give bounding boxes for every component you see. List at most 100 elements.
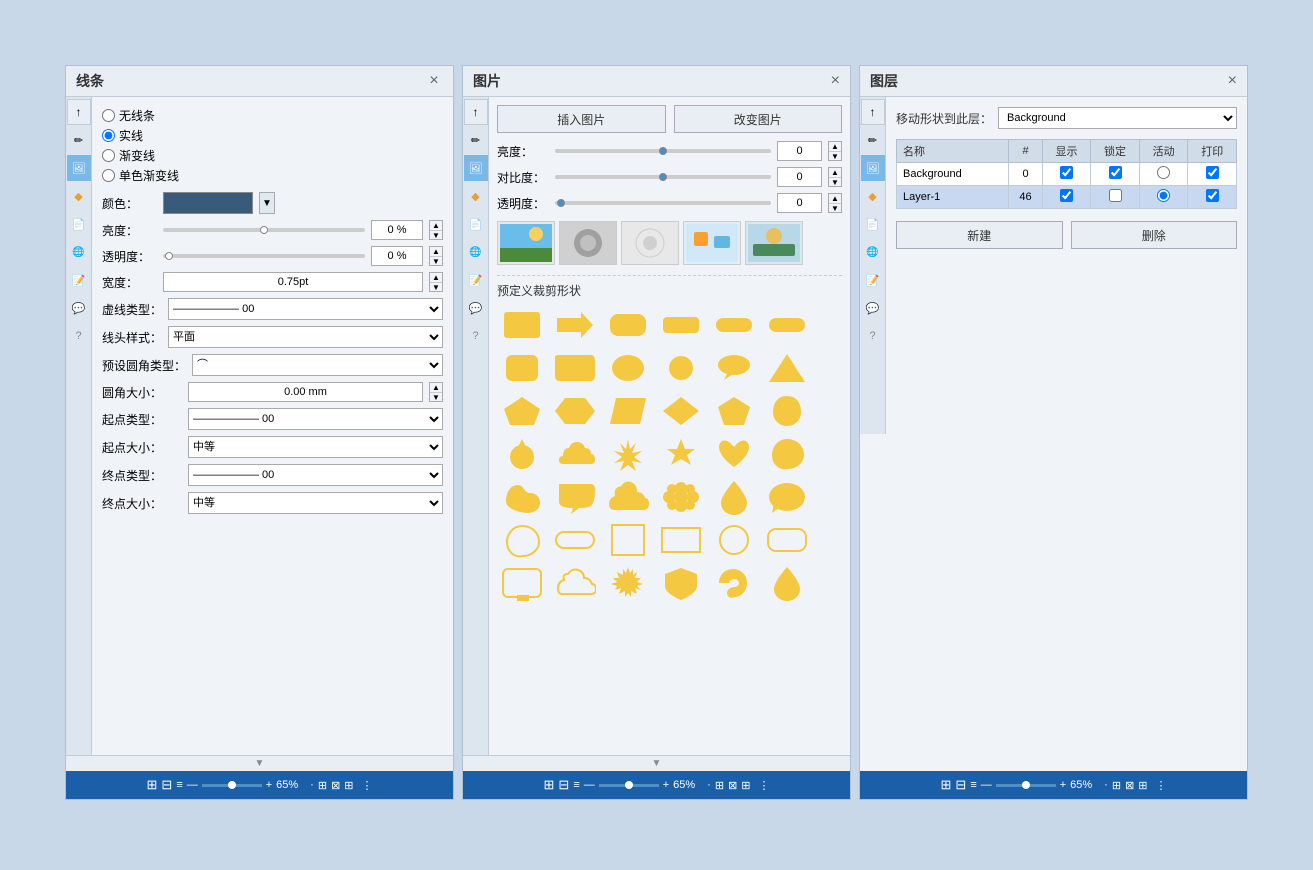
shape-rect-outline[interactable] <box>656 520 706 560</box>
change-image-button[interactable]: 改变图片 <box>674 105 843 133</box>
layer-1-show[interactable] <box>1042 186 1091 209</box>
color-swatch[interactable] <box>163 192 253 214</box>
radio-solid-line[interactable]: 实线 <box>102 127 443 144</box>
layers-status-icon-4[interactable]: · <box>1104 779 1108 791</box>
doc-icon-3[interactable]: 📄 <box>861 211 885 237</box>
shape-icon-3[interactable]: ◆ <box>861 183 885 209</box>
arrow-icon-2[interactable]: ↑ <box>464 99 488 125</box>
shape-drop4[interactable] <box>762 563 812 603</box>
status-icon-2[interactable]: ⊟ <box>161 777 172 793</box>
layer-bg-show[interactable] <box>1042 163 1091 186</box>
layer-bg-active[interactable] <box>1139 163 1188 186</box>
img-opacity-slider[interactable] <box>555 201 771 205</box>
shape-triangle[interactable] <box>762 348 812 388</box>
shape-teardrop[interactable] <box>762 391 812 431</box>
img-status-icon-2[interactable]: ⊟ <box>558 777 569 793</box>
help-icon-1[interactable]: ? <box>67 323 91 349</box>
opacity-spin[interactable]: ▲ ▼ <box>429 246 443 266</box>
shape-star6[interactable] <box>656 434 706 474</box>
shape-stadium[interactable] <box>762 305 812 345</box>
shape-icon-2[interactable]: ◆ <box>464 183 488 209</box>
img-status-minus[interactable]: — <box>584 779 595 791</box>
shape-cloud[interactable] <box>550 434 600 474</box>
img-status-drag[interactable]: ⋮ <box>759 779 770 792</box>
img-opacity-value[interactable] <box>777 193 822 213</box>
lines-scroll-down[interactable]: ▼ <box>66 755 453 771</box>
status-icon-3[interactable]: ≡ <box>176 779 182 791</box>
close-layers-button[interactable]: × <box>1228 72 1237 90</box>
shape-speech2[interactable] <box>550 477 600 517</box>
image-icon-1[interactable]: 🖼 <box>67 155 91 181</box>
shape-starburst[interactable] <box>603 434 653 474</box>
img-status-icon-6[interactable]: ⊠ <box>728 779 737 792</box>
shape-pentagon[interactable] <box>497 391 547 431</box>
end-type-select[interactable]: —————— 00 <box>188 464 443 486</box>
shape-blob-outline[interactable] <box>497 520 547 560</box>
shape-rounded-sq[interactable] <box>497 348 547 388</box>
layers-status-minus[interactable]: — <box>981 779 992 791</box>
shape-speech-bubble[interactable] <box>709 348 759 388</box>
help-icon-2[interactable]: ? <box>464 323 488 349</box>
status-icon-7[interactable]: ⊞ <box>344 779 353 792</box>
radio-mono-gradient-line[interactable]: 单色渐变线 <box>102 167 443 184</box>
image-scroll-down[interactable]: ▼ <box>463 755 850 771</box>
width-spin[interactable]: ▲ ▼ <box>429 272 443 292</box>
layers-status-icon-7[interactable]: ⊞ <box>1138 779 1147 792</box>
shape-concave[interactable] <box>709 391 759 431</box>
thumbnail-2[interactable] <box>559 221 617 265</box>
img-status-icon-1[interactable]: ⊞ <box>544 777 555 793</box>
brightness-slider-track[interactable] <box>163 228 365 232</box>
shape-curly[interactable] <box>709 563 759 603</box>
shape-blob2[interactable] <box>762 434 812 474</box>
pencil-icon-3[interactable]: ✏ <box>861 127 885 153</box>
img-status-icon-5[interactable]: ⊞ <box>715 779 724 792</box>
img-brightness-value[interactable] <box>777 141 822 161</box>
layers-status-zoom-slider[interactable] <box>996 784 1056 787</box>
thumbnail-3[interactable] <box>621 221 679 265</box>
shape-circle-outline[interactable] <box>709 520 759 560</box>
close-image-button[interactable]: × <box>831 72 840 90</box>
layers-status-icon-2[interactable]: ⊟ <box>955 777 966 793</box>
doc-icon-2[interactable]: 📄 <box>464 211 488 237</box>
chat-icon-1[interactable]: 💬 <box>67 295 91 321</box>
shape-kidney[interactable] <box>497 477 547 517</box>
shape-arrow[interactable] <box>550 305 600 345</box>
shape-shield[interactable] <box>656 563 706 603</box>
brightness-spin[interactable]: ▲ ▼ <box>429 220 443 240</box>
close-lines-button[interactable]: × <box>425 72 443 90</box>
insert-image-button[interactable]: 插入图片 <box>497 105 666 133</box>
shape-wide-rect[interactable] <box>656 305 706 345</box>
img-status-icon-4[interactable]: · <box>707 779 711 791</box>
corner-size-spin[interactable]: ▲ ▼ <box>429 382 443 402</box>
layer-1-print[interactable] <box>1188 186 1237 209</box>
shape-sq-outline[interactable] <box>603 520 653 560</box>
layer-1-lock[interactable] <box>1091 186 1140 209</box>
layer-dropdown[interactable]: Background <box>998 107 1237 129</box>
layers-status-plus[interactable]: + <box>1060 779 1066 791</box>
globe-icon-3[interactable]: 🌐 <box>861 239 885 265</box>
chat-icon-3[interactable]: 💬 <box>861 295 885 321</box>
globe-icon-2[interactable]: 🌐 <box>464 239 488 265</box>
status-zoom-slider[interactable] <box>202 784 262 787</box>
status-icon-1[interactable]: ⊞ <box>147 777 158 793</box>
arrow-icon[interactable]: ↑ <box>67 99 91 125</box>
layers-status-drag[interactable]: ⋮ <box>1156 779 1167 792</box>
thumbnail-5[interactable] <box>745 221 803 265</box>
edit-icon-1[interactable]: 📝 <box>67 267 91 293</box>
image-icon-2[interactable]: 🖼 <box>464 155 488 181</box>
brightness-value[interactable] <box>371 220 423 240</box>
delete-layer-button[interactable]: 删除 <box>1071 221 1238 249</box>
shape-cloud2[interactable] <box>603 477 653 517</box>
link-icon-1[interactable]: 📄 <box>67 211 91 237</box>
shape-wide-outline[interactable] <box>550 520 600 560</box>
shape-rounded-outline[interactable] <box>762 520 812 560</box>
img-brightness-spin[interactable]: ▲ ▼ <box>828 141 842 161</box>
shape-rect[interactable] <box>497 305 547 345</box>
edit-icon-3[interactable]: 📝 <box>861 267 885 293</box>
opacity-slider-track[interactable] <box>163 254 365 258</box>
help-icon-3[interactable]: ? <box>861 323 885 349</box>
dash-type-select[interactable]: —————— 00 <box>168 298 443 320</box>
img-status-zoom-slider[interactable] <box>599 784 659 787</box>
new-layer-button[interactable]: 新建 <box>896 221 1063 249</box>
layer-bg-print[interactable] <box>1188 163 1237 186</box>
